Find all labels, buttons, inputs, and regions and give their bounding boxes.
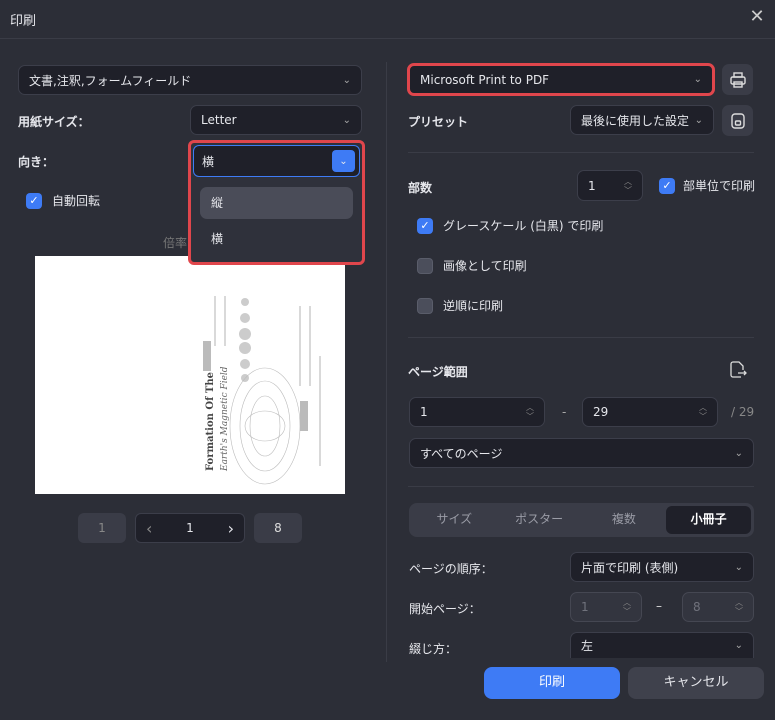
tab-multiple[interactable]: 複数 (582, 506, 667, 534)
range-to-input[interactable]: 29 ︿ ﹀ (582, 397, 718, 427)
auto-rotate-checkbox[interactable]: ✓ 自動回転 (26, 192, 100, 209)
page-order-label: ページの順序： (409, 562, 493, 576)
save-icon (730, 112, 745, 129)
stepper-arrows-icon: ︿ ﹀ (735, 598, 743, 616)
orientation-value: 横 (202, 154, 215, 169)
dialog-title: 印刷 (10, 14, 37, 29)
start-dash: – (656, 599, 662, 613)
reverse-order-label: 逆順に印刷 (443, 299, 504, 313)
checkbox-box (417, 257, 433, 274)
range-to-value: 29 (593, 405, 609, 419)
collate-checkbox[interactable]: ✓ 部単位で印刷 (659, 177, 755, 194)
copies-input[interactable]: 1 ︿ ﹀ (577, 170, 643, 201)
chevron-down-icon: ⌄ (342, 74, 351, 86)
page-navigator: ‹ 1 › (135, 513, 245, 543)
stepper-arrows-icon: ︿ ﹀ (623, 598, 631, 616)
auto-rotate-label: 自動回転 (52, 194, 101, 208)
chevron-down-icon: ⌄ (734, 640, 743, 651)
preset-label: プリセット (408, 115, 469, 129)
content-select-value: 文書,注釈,フォームフィールド (29, 73, 192, 88)
grayscale-label: グレースケール (白黒) で印刷 (443, 219, 604, 233)
start-from-value: 1 (581, 600, 589, 614)
tab-poster[interactable]: ポスター (497, 506, 582, 534)
check-icon: ✓ (659, 177, 675, 194)
page-subset-value: すべてのページ (420, 446, 503, 461)
tab-size[interactable]: サイズ (412, 506, 497, 534)
check-icon: ✓ (417, 217, 433, 234)
binding-select[interactable]: 左 ⌄ (570, 632, 754, 658)
page-range-swap-icon[interactable] (728, 360, 748, 380)
print-as-image-label: 画像として印刷 (443, 259, 527, 273)
copies-label: 部数 (408, 181, 433, 195)
cancel-button[interactable]: キャンセル (628, 667, 764, 699)
range-dash: - (562, 405, 567, 419)
print-preview: Formation Of The Earth's Magnetic Field (35, 256, 345, 494)
chevron-down-icon: ⌄ (734, 447, 743, 459)
stepper-arrows-icon[interactable]: ︿ ﹀ (699, 403, 707, 421)
orientation-dropdown: 横 ⌄ 縦 横 (188, 140, 365, 265)
preset-select[interactable]: 最後に使用した設定 ⌄ (570, 105, 714, 135)
page-order-value: 片面で印刷 (表側) (581, 560, 679, 575)
stepper-arrows-icon[interactable]: ︿ ﹀ (526, 403, 534, 421)
first-page-button[interactable]: 1 (78, 513, 126, 543)
prev-page-icon[interactable]: ‹ (146, 519, 152, 538)
next-page-icon[interactable]: › (228, 519, 234, 538)
range-total: / 29 (731, 405, 755, 419)
collate-label: 部単位で印刷 (683, 179, 756, 193)
reverse-order-checkbox[interactable]: 逆順に印刷 (417, 297, 503, 314)
column-divider (386, 62, 387, 662)
chevron-down-icon: ⌄ (694, 114, 703, 126)
preview-title-1: Formation Of The (205, 372, 216, 471)
range-from-input[interactable]: 1 ︿ ﹀ (409, 397, 545, 427)
orientation-option-landscape[interactable]: 横 (200, 223, 353, 255)
page-order-select[interactable]: 片面で印刷 (表側) ⌄ (570, 552, 754, 582)
paper-size-value: Letter (201, 113, 237, 127)
stepper-arrows-icon[interactable]: ︿ ﹀ (624, 177, 632, 195)
binding-value: 左 (581, 639, 594, 653)
tab-booklet[interactable]: 小冊子 (666, 506, 751, 534)
content-select[interactable]: 文書,注釈,フォームフィールド ⌄ (18, 65, 362, 95)
checkbox-box (417, 297, 433, 314)
orientation-select[interactable]: 横 ⌄ (193, 145, 360, 177)
start-page-label: 開始ページ： (409, 602, 481, 616)
current-page-input[interactable]: 1 (186, 521, 194, 535)
binding-label: 綴じ方： (409, 642, 458, 656)
orientation-option-portrait[interactable]: 縦 (200, 187, 353, 219)
page-subset-select[interactable]: すべてのページ ⌄ (409, 438, 754, 468)
printer-select[interactable]: Microsoft Print to PDF ⌄ (407, 63, 715, 96)
paper-size-label: 用紙サイズ： (18, 115, 90, 129)
range-from-value: 1 (420, 405, 428, 419)
chevron-down-icon[interactable]: ⌄ (332, 150, 355, 172)
paper-size-select[interactable]: Letter ⌄ (190, 105, 362, 135)
start-from-input[interactable]: 1 ︿ ﹀ (570, 592, 642, 622)
start-to-value: 8 (693, 600, 701, 614)
divider (408, 152, 754, 153)
check-icon: ✓ (26, 192, 42, 209)
divider (408, 337, 754, 338)
header-divider (0, 38, 775, 39)
start-to-input[interactable]: 8 ︿ ﹀ (682, 592, 754, 622)
chevron-down-icon: ⌄ (693, 74, 702, 85)
grayscale-checkbox[interactable]: ✓ グレースケール (白黒) で印刷 (417, 217, 603, 234)
chevron-down-icon: ⌄ (734, 561, 743, 573)
print-as-image-checkbox[interactable]: 画像として印刷 (417, 257, 527, 274)
scale-label: 倍率 (163, 236, 188, 250)
printer-icon (729, 71, 746, 88)
page-range-label: ページ範囲 (408, 365, 468, 379)
printer-properties-button[interactable] (722, 64, 753, 95)
layout-tabs: サイズ ポスター 複数 小冊子 (409, 503, 754, 537)
preview-page-graphic: Formation Of The Earth's Magnetic Field (203, 296, 321, 485)
orientation-label: 向き： (18, 155, 55, 169)
print-button[interactable]: 印刷 (484, 667, 620, 699)
preview-title-2: Earth's Magnetic Field (220, 366, 230, 472)
last-page-button[interactable]: 8 (254, 513, 302, 543)
printer-value: Microsoft Print to PDF (420, 72, 550, 87)
divider (408, 486, 754, 487)
copies-value: 1 (588, 178, 596, 193)
preset-value: 最後に使用した設定 (581, 113, 690, 128)
save-preset-button[interactable] (722, 105, 753, 136)
close-icon[interactable]: ✕ (748, 8, 766, 26)
chevron-down-icon: ⌄ (342, 114, 351, 126)
